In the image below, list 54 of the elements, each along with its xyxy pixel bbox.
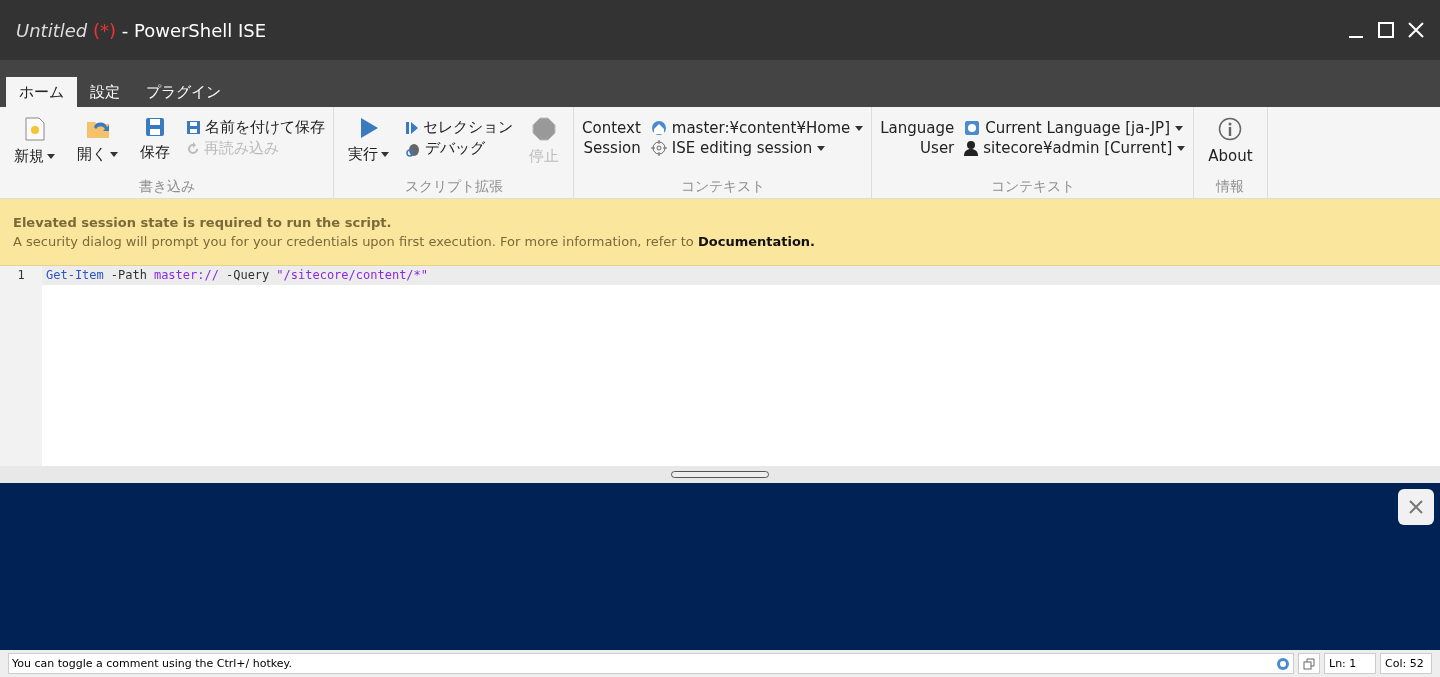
play-icon xyxy=(405,120,419,135)
caret-icon xyxy=(855,125,864,131)
new-file-icon xyxy=(23,117,46,141)
target-icon xyxy=(650,140,667,156)
close-button[interactable] xyxy=(1398,489,1434,525)
window-title: Untitled (*) - PowerShell ISE xyxy=(16,19,268,41)
context-label: Context xyxy=(582,119,641,137)
context-dropdown[interactable]: ISE editing session xyxy=(650,139,864,157)
maximize-icon[interactable] xyxy=(1378,22,1394,38)
context-dropdown[interactable]: master:¥content¥Home xyxy=(650,119,864,137)
group-caption: コンテキスト xyxy=(679,178,766,196)
banner-message: A security dialog will prompt you for your credentials upon first execution. For more information, refer to Documentation. xyxy=(13,234,817,249)
context-label: User xyxy=(919,139,955,157)
ribbon-button[interactable]: セレクション xyxy=(405,117,513,138)
splitter-handle[interactable] xyxy=(671,471,769,478)
close-icon xyxy=(1409,500,1423,514)
context-label: Session xyxy=(582,139,641,157)
restore-icon xyxy=(1303,657,1315,670)
window-restore-button[interactable] xyxy=(1298,653,1320,674)
group-caption: 書き込み xyxy=(137,178,196,196)
context-dropdown[interactable]: sitecore¥admin [Current] xyxy=(964,139,1186,157)
ribbon-button[interactable]: デバッグ xyxy=(405,138,513,159)
line-number: 1 xyxy=(16,267,26,284)
ribbon-button[interactable]: 開く xyxy=(71,113,124,168)
caret-icon xyxy=(1177,145,1186,151)
group-caption: スクリプト拡張 xyxy=(403,178,504,196)
stop-icon xyxy=(532,117,556,141)
ribbon-tab[interactable]: プラグイン xyxy=(133,77,234,107)
ribbon-tab[interactable]: 設定 xyxy=(77,77,133,107)
close-icon[interactable] xyxy=(1408,22,1424,38)
caret-icon xyxy=(817,145,826,151)
group-caption: コンテキスト xyxy=(989,178,1076,196)
home-icon xyxy=(650,120,667,136)
user-icon xyxy=(964,140,979,156)
banner-title: Elevated session state is required to run the script. xyxy=(13,215,393,230)
ribbon-button[interactable]: 名前を付けて保存 xyxy=(186,117,325,138)
ribbon-tab[interactable]: ホーム xyxy=(6,77,77,107)
column-indicator: Col: 52 xyxy=(1380,653,1432,674)
play-icon xyxy=(358,117,379,139)
context-dropdown[interactable]: Current Language [ja-JP] xyxy=(964,119,1186,137)
caret-icon xyxy=(1175,125,1183,131)
documentation-link[interactable]: Documentation. xyxy=(697,234,816,249)
ribbon-button[interactable]: 実行 xyxy=(342,113,395,168)
save-icon xyxy=(145,117,165,137)
ribbon-button[interactable]: 新規 xyxy=(8,113,61,170)
save-icon xyxy=(186,120,201,135)
ribbon-button[interactable]: 保存 xyxy=(134,113,176,166)
info-icon xyxy=(1218,117,1243,141)
ribbon-button[interactable]: About xyxy=(1202,113,1259,169)
status-message: You can toggle a comment using the Ctrl+/ hotkey. xyxy=(12,656,292,672)
context-label: Language xyxy=(880,119,955,137)
refresh-icon xyxy=(186,141,200,156)
group-caption: 情報 xyxy=(1214,178,1246,196)
line-indicator: Ln: 1 xyxy=(1324,653,1376,674)
